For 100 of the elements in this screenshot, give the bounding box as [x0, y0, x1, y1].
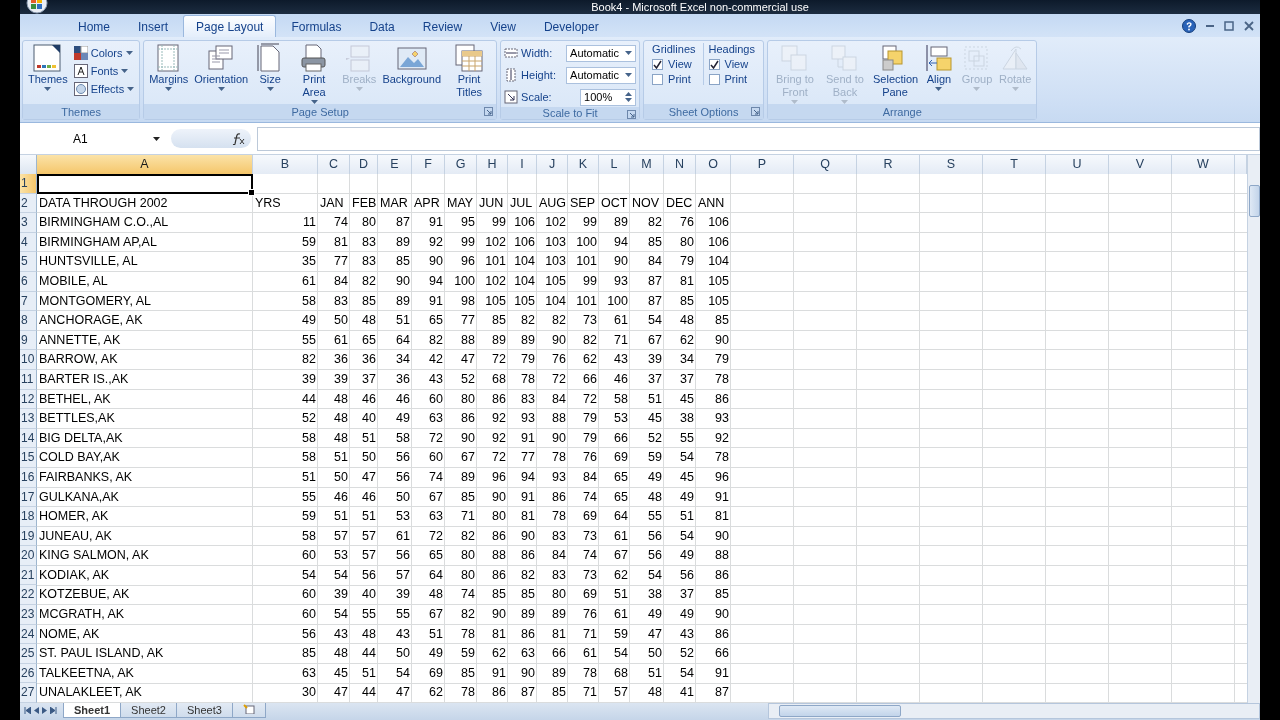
table-cell-text: 50: [395, 645, 411, 663]
ribbon-button[interactable]: Colors: [71, 45, 137, 61]
scroll-thumb[interactable]: [1248, 185, 1260, 217]
ribbon-tab[interactable]: Home: [65, 15, 123, 37]
table-cell-text: 52: [460, 370, 476, 388]
column-header[interactable]: V: [1109, 155, 1172, 175]
column-header[interactable]: E: [378, 155, 412, 175]
insert-sheet-button[interactable]: [231, 703, 266, 718]
column-header[interactable]: O: [696, 155, 731, 175]
ribbon-button[interactable]: Size: [252, 43, 289, 91]
row-header[interactable]: 23: [20, 605, 37, 625]
column-header[interactable]: Q: [794, 155, 857, 175]
column-header[interactable]: N: [664, 155, 696, 175]
row-header[interactable]: 8: [20, 311, 37, 331]
column-header[interactable]: L: [599, 155, 630, 175]
row-header[interactable]: 20: [20, 546, 37, 566]
ribbon-tab[interactable]: Formulas: [278, 15, 355, 37]
ribbon-button[interactable]: Margins: [147, 43, 191, 91]
ribbon-button[interactable]: Print Area: [290, 43, 339, 104]
table-icon: [453, 43, 486, 73]
column-header[interactable]: B: [253, 155, 318, 175]
table-cell-text: 59: [613, 625, 629, 643]
column-header[interactable]: D: [350, 155, 378, 175]
formula-field[interactable]: [257, 126, 1260, 151]
ribbon-tab[interactable]: Insert: [125, 15, 182, 37]
row-header[interactable]: 22: [20, 585, 37, 606]
column-header[interactable]: [1235, 155, 1247, 175]
checkbox-option[interactable]: View: [708, 58, 755, 70]
table-cell-text: OCT: [600, 194, 629, 212]
row-header[interactable]: 18: [20, 507, 37, 527]
column-header[interactable]: P: [731, 155, 794, 175]
select-all-button[interactable]: [20, 155, 37, 175]
table-cell-text: 85: [647, 233, 663, 251]
column-header[interactable]: W: [1172, 155, 1235, 175]
row-header[interactable]: 10: [20, 350, 37, 370]
ribbon-button[interactable]: Align: [921, 43, 957, 91]
ribbon-button[interactable]: Fonts: [71, 63, 137, 79]
ribbon-button[interactable]: Effects: [71, 81, 137, 97]
horizontal-scrollbar[interactable]: [768, 703, 1260, 719]
table-cell-text: 88: [551, 410, 567, 428]
table-cell-text: 90: [520, 664, 536, 682]
table-cell-text: 80: [679, 233, 695, 251]
row-header[interactable]: 3: [20, 213, 37, 233]
spin-field[interactable]: 100%: [580, 88, 637, 106]
table-cell-text: 84: [551, 390, 567, 408]
row-header[interactable]: 5: [20, 252, 37, 272]
table-cell-text: 49: [679, 488, 695, 506]
caret-icon: [973, 87, 981, 91]
ribbon-button[interactable]: Background: [380, 43, 444, 86]
vertical-scrollbar[interactable]: [1247, 155, 1260, 703]
table-cell-text: 57: [361, 547, 377, 565]
checkbox-option[interactable]: Print: [652, 73, 696, 85]
table-cell-text: 88: [491, 547, 507, 565]
row-header[interactable]: 15: [20, 448, 37, 468]
checkbox-option[interactable]: Print: [708, 73, 755, 85]
column-header[interactable]: F: [412, 155, 445, 175]
caret-icon: [165, 87, 173, 91]
column-header[interactable]: R: [857, 155, 920, 175]
ribbon-tab[interactable]: Data: [356, 15, 408, 37]
checkbox-option[interactable]: View: [652, 58, 696, 70]
row-header[interactable]: 25: [20, 644, 37, 664]
ribbon-button[interactable]: Orientation: [192, 43, 251, 91]
sheet-tab[interactable]: Sheet2: [120, 703, 177, 718]
ribbon-button[interactable]: Print Titles: [445, 43, 494, 99]
sheet-tab[interactable]: Sheet1: [63, 703, 122, 718]
dropdown-field[interactable]: Automatic: [566, 66, 637, 84]
table-cell-text: 78: [520, 370, 536, 388]
table-cell-text: 102: [484, 272, 507, 290]
table-cell-text: 84: [551, 547, 567, 565]
sheet-tab[interactable]: Sheet3: [175, 703, 233, 718]
ribbon-tab[interactable]: Developer: [530, 15, 612, 37]
table-cell-text: 62: [679, 331, 695, 349]
table-cell-text: 102: [544, 214, 567, 232]
column-header[interactable]: I: [508, 155, 537, 175]
column-header[interactable]: S: [920, 155, 983, 175]
column-header[interactable]: K: [568, 155, 599, 175]
column-header[interactable]: T: [983, 155, 1046, 175]
column-header[interactable]: J: [537, 155, 568, 175]
fill-handle[interactable]: [248, 188, 255, 196]
row-header[interactable]: 1: [20, 174, 37, 194]
ribbon-button[interactable]: Selection Pane: [871, 43, 919, 99]
width-icon: [504, 46, 519, 60]
column-header[interactable]: M: [630, 155, 664, 175]
ribbon-tab[interactable]: Review: [409, 15, 476, 37]
scroll-thumb[interactable]: [779, 705, 901, 717]
column-header[interactable]: U: [1046, 155, 1109, 175]
ribbon-button[interactable]: Themes: [26, 43, 70, 91]
table-cell-text: 89: [551, 664, 567, 682]
column-header[interactable]: H: [477, 155, 508, 175]
row-header[interactable]: 27: [20, 683, 37, 703]
column-header[interactable]: A: [37, 155, 253, 175]
table-cell-text: 93: [551, 468, 567, 486]
ribbon-tab[interactable]: View: [477, 15, 529, 37]
table-cell-text: 80: [460, 390, 476, 408]
ribbon-tab[interactable]: Page Layout: [183, 15, 277, 37]
selected-cell[interactable]: [37, 174, 253, 194]
column-header[interactable]: G: [445, 155, 477, 175]
row-header[interactable]: 13: [20, 409, 37, 429]
column-header[interactable]: C: [318, 155, 350, 175]
dropdown-field[interactable]: Automatic: [566, 44, 637, 62]
